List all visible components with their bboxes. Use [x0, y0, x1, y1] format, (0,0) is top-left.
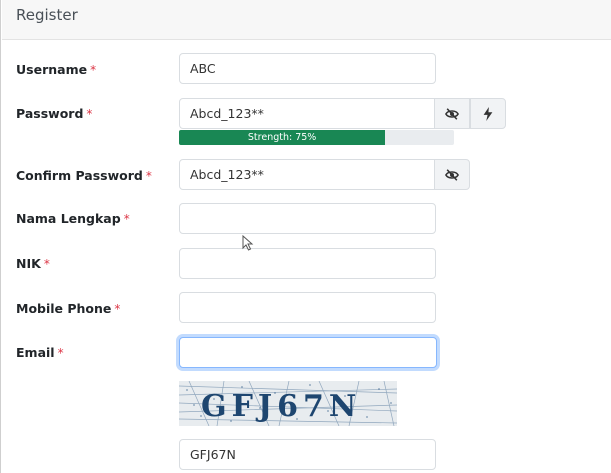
password-strength-fill: Strength: 75%	[179, 130, 386, 145]
register-card: Register Username* Password* Strength: 7…	[0, 0, 611, 473]
confirm-password-label: Confirm Password *	[16, 168, 152, 183]
captcha-image: GFJ67N	[179, 381, 397, 426]
nama-lengkap-label: Nama Lengkap *	[16, 211, 130, 226]
required-marker: *	[43, 257, 50, 271]
email-input[interactable]	[179, 337, 437, 368]
required-marker: *	[145, 169, 152, 183]
email-label: Email *	[16, 345, 64, 360]
lightning-icon	[483, 106, 493, 121]
password-label: Password *	[16, 106, 93, 121]
required-marker: *	[86, 107, 93, 121]
required-marker: *	[57, 346, 64, 360]
password-visibility-toggle[interactable]	[434, 98, 470, 129]
mobile-phone-input[interactable]	[179, 292, 436, 323]
required-marker: *	[90, 63, 97, 77]
eye-slash-icon	[445, 107, 459, 120]
password-input[interactable]	[179, 98, 435, 129]
eye-slash-icon	[445, 168, 459, 181]
confirm-password-visibility-toggle[interactable]	[434, 159, 470, 190]
password-strength-bar: Strength: 75%	[179, 130, 454, 145]
mobile-phone-label: Mobile Phone *	[16, 301, 121, 316]
password-generate-button[interactable]	[470, 98, 506, 129]
card-header: Register	[2, 0, 611, 40]
required-marker: *	[123, 212, 130, 226]
username-label: Username *	[16, 62, 97, 77]
page-title: Register	[16, 6, 78, 24]
confirm-password-input[interactable]	[179, 159, 435, 190]
nik-label: NIK *	[16, 256, 50, 271]
captcha-noise: GFJ67N	[179, 381, 397, 426]
captcha-text: GFJ67N	[201, 389, 361, 424]
captcha-input[interactable]	[179, 439, 436, 470]
nama-lengkap-input[interactable]	[179, 203, 436, 234]
required-marker: *	[114, 302, 121, 316]
username-input[interactable]	[179, 53, 436, 84]
password-strength-text: Strength: 75%	[247, 132, 317, 143]
nik-input[interactable]	[179, 248, 436, 279]
mouse-cursor-icon	[242, 235, 254, 251]
